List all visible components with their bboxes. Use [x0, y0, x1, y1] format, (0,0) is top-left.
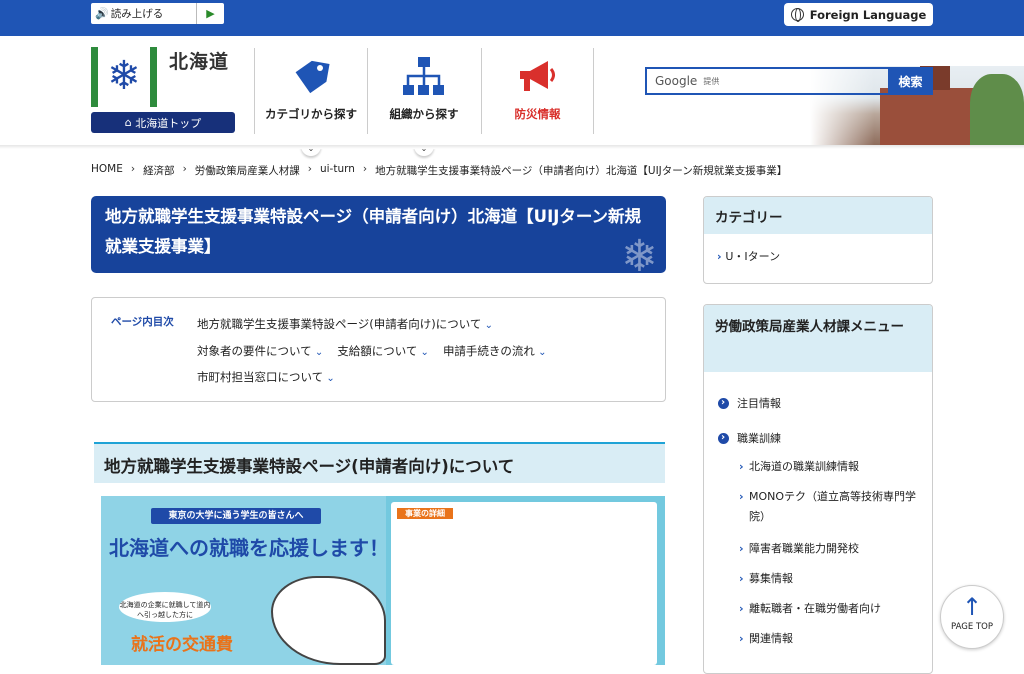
- read-aloud-widget[interactable]: 🔊 読み上げる ▶: [91, 3, 816, 324]
- page-top-label: PAGE TOP: [951, 622, 993, 632]
- hokkaido-top-button[interactable]: ⌂ 北海道トップ: [91, 112, 235, 133]
- toc-link[interactable]: 地方就職学生支援事業特設ページ(申請者向け)について: [197, 317, 493, 331]
- menu-item-related[interactable]: 関連情報: [739, 629, 793, 649]
- breadcrumb-home[interactable]: HOME: [91, 163, 123, 178]
- flyer-orange-text: 就活の交通費: [131, 635, 233, 655]
- nav-disaster[interactable]: 防災情報: [481, 48, 594, 134]
- menu-item-job-change[interactable]: 離転職者・在職労働者向け: [739, 599, 881, 619]
- table-of-contents: ページ内目次 地方就職学生支援事業特設ページ(申請者向け)について 対象者の要件…: [91, 297, 666, 402]
- chevron-right-icon: ›: [362, 163, 368, 175]
- category-item[interactable]: U・Iターン: [704, 234, 932, 264]
- snowflake-icon: ❄: [621, 231, 658, 274]
- foreign-language-label: Foreign Language: [809, 7, 927, 22]
- page-top-button[interactable]: ↑ PAGE TOP: [940, 585, 1004, 649]
- search-powered-label: 提供: [703, 76, 720, 86]
- breadcrumb-current: 地方就職学生支援事業特設ページ（申請者向け）北海道【UIJターン新規就業支援事業…: [375, 165, 788, 177]
- page-title-box: 地方就職学生支援事業特設ページ（申請者向け）北海道【UIJターン新規就業支援事業…: [91, 196, 666, 273]
- breadcrumb-uiturn[interactable]: ui-turn: [320, 163, 355, 178]
- menu-item-featured[interactable]: 注目情報: [718, 393, 781, 414]
- read-aloud-label[interactable]: 読み上げる: [111, 6, 164, 21]
- search-button[interactable]: 検索: [888, 67, 933, 95]
- menu-item-monotech[interactable]: MONOテク（道立高等技術専門学院）: [739, 487, 919, 527]
- nav-disaster-label: 防災情報: [514, 107, 561, 121]
- logo-name: 北海道: [169, 51, 230, 73]
- flyer-details: 事業の詳細: [391, 502, 657, 665]
- flyer-image: 東京の大学に通う学生の皆さんへ 北海道への就職を応援します！ 北海道の企業に就職…: [101, 496, 665, 665]
- nav-category-label: カテゴリから探す: [265, 107, 357, 121]
- toc-links: 地方就職学生支援事業特設ページ(申請者向け)について 対象者の要件について支給額…: [197, 312, 657, 392]
- breadcrumb: HOME › 経済部 › 労働政策局産業人材課 › ui-turn › 地方就職学生支援…: [91, 163, 787, 178]
- home-icon: ⌂: [124, 116, 136, 129]
- globe-icon: [790, 8, 804, 22]
- snowflake-star-icon: ❄: [107, 53, 141, 99]
- menu-item-disability-school[interactable]: 障害者職業能力開発校: [739, 539, 859, 559]
- search-input[interactable]: Google 提供: [645, 67, 888, 95]
- nav-organization-label: 組織から探す: [389, 107, 459, 121]
- category-title: カテゴリー: [704, 197, 932, 234]
- top-bar: 🔊 読み上げる ▶ Foreign Language: [0, 0, 1024, 324]
- menu-item-training[interactable]: 職業訓練: [718, 428, 781, 449]
- flyer-tag: 東京の大学に通う学生の皆さんへ: [151, 508, 321, 524]
- category-box: カテゴリー U・Iターン: [703, 196, 933, 284]
- flyer-details-title: 事業の詳細: [397, 508, 453, 519]
- site-search: Google 提供 検索: [645, 67, 933, 95]
- header-divider: [0, 145, 1024, 149]
- menu-item-recruitment[interactable]: 募集情報: [739, 569, 793, 589]
- search-placeholder: Google: [655, 74, 698, 88]
- nav-organization[interactable]: 組織から探す ⌄: [367, 48, 480, 156]
- toc-link[interactable]: 申請手続きの流れ: [443, 344, 547, 358]
- chevron-right-icon: ›: [182, 163, 187, 175]
- site-logo[interactable]: ❄ 北海道 ⌂ 北海道トップ: [91, 47, 235, 135]
- section-heading: 地方就職学生支援事業特設ページ(申請者向け)について: [94, 442, 665, 483]
- division-menu: 労働政策局産業人材課メニュー 注目情報 職業訓練 北海道の職業訓練情報 MONO…: [703, 304, 933, 674]
- flyer-headline: 北海道への就職を応援します！: [109, 536, 389, 560]
- play-icon[interactable]: ▶: [196, 3, 224, 24]
- speaker-icon: 🔊: [95, 7, 109, 20]
- toc-link[interactable]: 市町村担当窓口について: [197, 370, 335, 384]
- page-title: 地方就職学生支援事業特設ページ（申請者向け）北海道【UIJターン新規就業支援事業…: [105, 207, 642, 256]
- foreign-language-button[interactable]: Foreign Language: [784, 3, 933, 26]
- toc-link[interactable]: 支給額について: [337, 344, 429, 358]
- division-menu-title: 労働政策局産業人材課メニュー: [704, 305, 932, 372]
- menu-item-training-info[interactable]: 北海道の職業訓練情報: [739, 457, 859, 477]
- nav-category[interactable]: カテゴリから探す ⌄: [254, 48, 367, 156]
- breadcrumb-economy[interactable]: 経済部: [143, 163, 175, 178]
- arrow-up-icon: ↑: [961, 593, 983, 621]
- chevron-right-icon: ›: [130, 163, 136, 175]
- flyer-bubble: 北海道の企業に就職して道内へ引っ越した方に: [119, 592, 211, 622]
- toc-link[interactable]: 対象者の要件について: [197, 344, 323, 358]
- org-chart-icon: [368, 54, 480, 100]
- chevron-right-icon: ›: [307, 163, 312, 175]
- megaphone-icon: [482, 54, 593, 100]
- hokkaido-top-label: 北海道トップ: [135, 116, 202, 130]
- breadcrumb-division[interactable]: 労働政策局産業人材課: [195, 163, 300, 178]
- tag-icon: [255, 54, 367, 100]
- toc-title: ページ内目次: [111, 316, 174, 328]
